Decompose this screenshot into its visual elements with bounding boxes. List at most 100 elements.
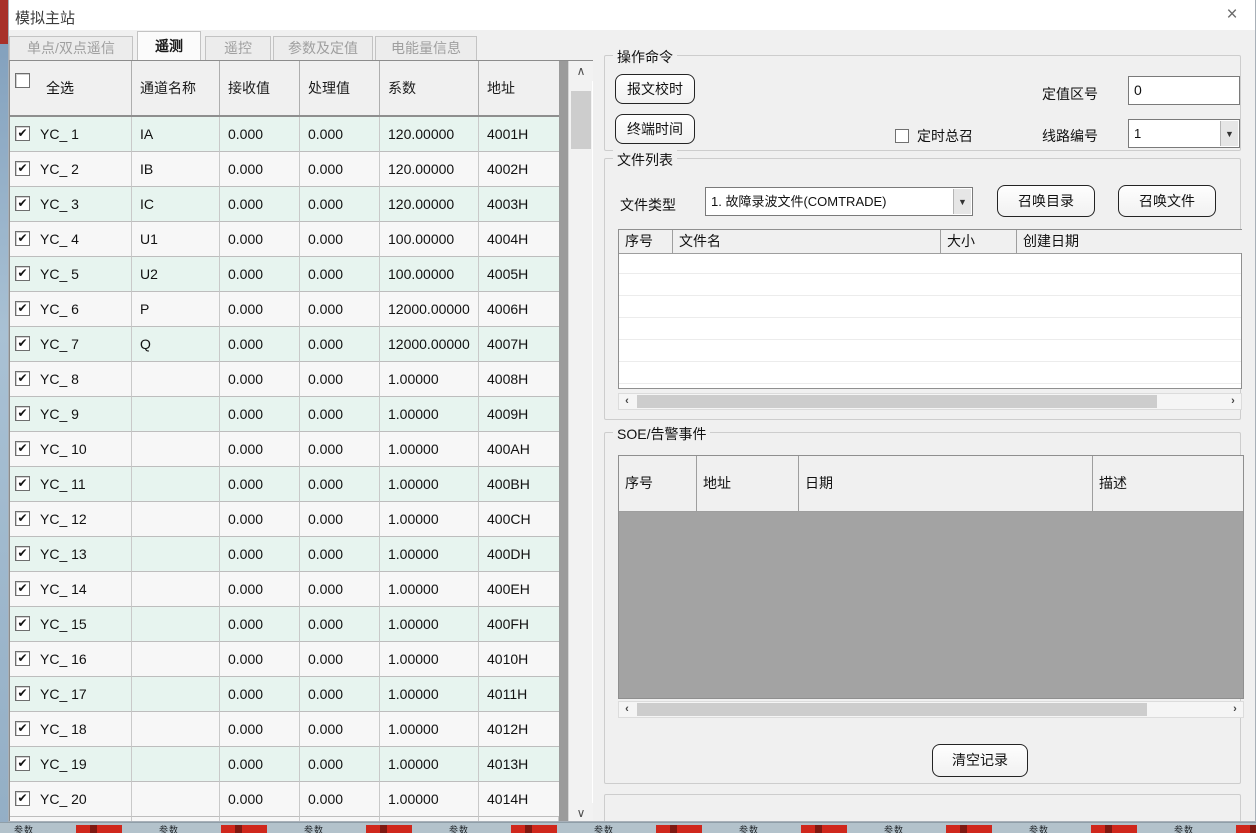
row-cell-recv: 0.000 [220,467,300,502]
row-checkbox[interactable]: ✔ [15,791,30,806]
scroll-left-icon[interactable]: ‹ [619,702,635,717]
row-checkbox[interactable]: ✔ [15,336,30,351]
table-row: ✔YC_ 190.0000.0001.000004013H [10,747,559,782]
simulated-master-station-window: 模拟主站 × 单点/双点遥信 遥测 遥控 参数及定值 电能量信息 全选 通道名称… [8,0,1256,822]
row-checkbox[interactable]: ✔ [15,756,30,771]
row-cell-name [132,572,220,607]
row-cell-proc: 0.000 [300,187,380,222]
row-cell-proc: 0.000 [300,607,380,642]
file-list-title: 文件列表 [613,150,677,170]
row-checkbox[interactable]: ✔ [15,721,30,736]
soe-alarm-group: SOE/告警事件 序号 地址 日期 描述 ‹ › 清空记录 [604,432,1241,784]
scroll-left-icon[interactable]: ‹ [619,394,635,409]
row-cell-coef: 1.00000 [380,607,479,642]
file-type-select[interactable]: 1. 故障录波文件(COMTRADE) ▼ [705,187,973,216]
clear-records-button[interactable]: 清空记录 [932,744,1028,777]
row-checkbox[interactable]: ✔ [15,231,30,246]
row-label: YC_ 9 [40,397,79,431]
row-checkbox[interactable]: ✔ [15,581,30,596]
row-cell-coef: 1.00000 [380,642,479,677]
row-cell-addr: 4001H [479,117,559,152]
vertical-scrollbar-thumb[interactable] [571,91,591,149]
row-checkbox[interactable]: ✔ [15,406,30,421]
soe-alarm-title: SOE/告警事件 [613,424,710,444]
timed-general-call-checkbox[interactable] [895,129,909,143]
row-cell-recv: 0.000 [220,152,300,187]
row-checkbox[interactable]: ✔ [15,161,30,176]
message-time-sync-button[interactable]: 报文校时 [615,74,695,104]
row-checkbox[interactable]: ✔ [15,301,30,316]
row-checkbox[interactable]: ✔ [15,126,30,141]
call-directory-button[interactable]: 召唤目录 [997,185,1095,217]
row-checkbox[interactable]: ✔ [15,616,30,631]
row-checkbox[interactable]: ✔ [15,196,30,211]
row-label: YC_ 6 [40,292,79,326]
row-checkbox[interactable]: ✔ [15,441,30,456]
call-file-button[interactable]: 召唤文件 [1118,185,1216,217]
soe-header-description: 描述 [1093,456,1243,511]
tab-single-double-telesignal[interactable]: 单点/双点遥信 [9,36,133,60]
close-icon[interactable]: × [1219,2,1245,28]
setpoint-zone-input[interactable]: 0 [1128,76,1240,105]
file-list-group: 文件列表 文件类型 1. 故障录波文件(COMTRADE) ▼ 召唤目录 召唤文… [604,158,1241,420]
row-checkbox[interactable]: ✔ [15,511,30,526]
row-label: YC_ 10 [40,432,87,466]
row-cell-name [132,502,220,537]
row-cell-name: IC [132,187,220,222]
header-received-value: 接收值 [220,61,300,115]
tab-telecontrol[interactable]: 遥控 [205,36,271,60]
row-cell-proc: 0.000 [300,117,380,152]
row-cell-addr: 4007H [479,327,559,362]
row-cell-addr: 4003H [479,187,559,222]
row-label: YC_ 11 [40,467,86,501]
row-checkbox[interactable]: ✔ [15,476,30,491]
vertical-scrollbar[interactable]: ∧ ∨ [568,61,592,822]
scroll-up-icon[interactable]: ∧ [569,61,593,81]
row-checkbox[interactable]: ✔ [15,546,30,561]
row-cell-addr: 400BH [479,467,559,502]
table-row: ✔YC_ 90.0000.0001.000004009H [10,397,559,432]
table-row: ✔YC_ 170.0000.0001.000004011H [10,677,559,712]
line-number-value: 1 [1134,120,1219,147]
row-checkbox[interactable]: ✔ [15,371,30,386]
soe-horizontal-scrollbar[interactable]: ‹ › [618,701,1244,718]
row-checkbox[interactable]: ✔ [15,266,30,281]
row-cell-coef: 12000.00000 [380,292,479,327]
bottom-empty-group [604,794,1241,822]
row-cell-name [132,432,220,467]
chevron-down-icon[interactable]: ▼ [1220,121,1238,146]
row-cell-coef: 1.00000 [380,397,479,432]
chevron-down-icon[interactable]: ▼ [953,189,971,214]
row-select-cell: ✔YC_ 3 [10,187,132,222]
row-cell-addr: 400FH [479,607,559,642]
soe-header-seq: 序号 [619,456,697,511]
scroll-right-icon[interactable]: › [1227,702,1243,717]
row-cell-proc: 0.000 [300,572,380,607]
row-select-cell: ✔YC_ 17 [10,677,132,712]
scroll-right-icon[interactable]: › [1225,394,1241,409]
header-processed-value: 处理值 [300,61,380,115]
row-checkbox[interactable]: ✔ [15,651,30,666]
row-cell-name: U2 [132,257,220,292]
line-number-select[interactable]: 1 ▼ [1128,119,1240,148]
background-red-block [366,825,412,833]
file-scrollbar-thumb[interactable] [637,395,1157,408]
row-checkbox[interactable]: ✔ [15,686,30,701]
soe-scrollbar-thumb[interactable] [637,703,1147,716]
row-cell-name [132,607,220,642]
row-cell-name [132,397,220,432]
tab-telemetry[interactable]: 遥测 [137,31,201,60]
row-cell-addr: 4005H [479,257,559,292]
row-label: YC_ 1 [40,117,79,151]
background-red-block [0,0,8,44]
title-bar[interactable]: 模拟主站 × [9,0,1255,30]
scroll-down-icon[interactable]: ∨ [569,803,593,822]
row-label: YC_ 2 [40,152,79,186]
file-list-horizontal-scrollbar[interactable]: ‹ › [618,393,1242,410]
select-all-checkbox[interactable] [15,73,30,88]
tab-parameters-setpoints[interactable]: 参数及定值 [273,36,373,60]
tab-energy-info[interactable]: 电能量信息 [375,36,477,60]
terminal-time-button[interactable]: 终端时间 [615,114,695,144]
soe-table-header: 序号 地址 日期 描述 [619,456,1243,512]
background-red-block [946,825,992,833]
